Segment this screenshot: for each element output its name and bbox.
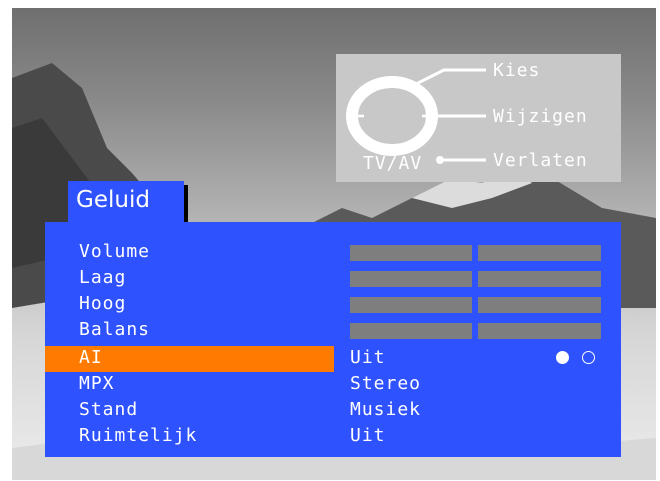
help-select-label: Kies xyxy=(493,60,541,81)
menu-title-tab: Geluid xyxy=(68,181,184,225)
menu-item-spatial[interactable]: Ruimtelijk Uit xyxy=(45,424,621,450)
help-exit-label: Verlaten xyxy=(493,150,588,171)
menu-item-value: Uit xyxy=(350,425,386,446)
treble-bar-right[interactable] xyxy=(478,297,601,313)
tvav-label: TV/AV xyxy=(363,153,423,174)
sound-menu: Volume Laag Hoog Balans AI Uit MPX Stere… xyxy=(45,222,621,457)
menu-item-label: Laag xyxy=(79,267,127,288)
menu-item-bass[interactable]: Laag xyxy=(45,266,621,292)
menu-item-treble[interactable]: Hoog xyxy=(45,292,621,318)
menu-item-label: Balans xyxy=(79,319,151,340)
menu-item-label: Volume xyxy=(79,241,151,262)
balance-bar-right[interactable] xyxy=(478,323,601,339)
menu-item-volume[interactable]: Volume xyxy=(45,240,621,266)
menu-item-value: Musiek xyxy=(350,399,422,420)
bass-bar-right[interactable] xyxy=(478,271,601,287)
menu-item-ai[interactable]: AI Uit xyxy=(45,346,621,372)
page-title: Geluid xyxy=(76,187,150,213)
volume-bar-right[interactable] xyxy=(478,245,601,261)
balance-bar-left[interactable] xyxy=(350,323,472,339)
treble-bar-left[interactable] xyxy=(350,297,472,313)
menu-item-balance[interactable]: Balans xyxy=(45,318,621,344)
menu-item-label: MPX xyxy=(79,373,115,394)
menu-item-mode[interactable]: Stand Musiek xyxy=(45,398,621,424)
menu-item-value: Stereo xyxy=(350,373,422,394)
remote-help-box: Kies Wijzigen Verlaten TV/AV xyxy=(336,54,621,182)
menu-item-label: AI xyxy=(79,347,103,368)
menu-item-value: Uit xyxy=(350,347,386,368)
menu-item-label: Hoog xyxy=(79,293,127,314)
help-change-label: Wijzigen xyxy=(493,106,588,127)
bass-bar-left[interactable] xyxy=(350,271,472,287)
menu-item-label: Ruimtelijk xyxy=(79,425,198,446)
volume-bar-left[interactable] xyxy=(350,245,472,261)
menu-item-label: Stand xyxy=(79,399,139,420)
radio-on-icon[interactable] xyxy=(556,351,569,364)
menu-item-mpx[interactable]: MPX Stereo xyxy=(45,372,621,398)
radio-off-icon[interactable] xyxy=(582,351,595,364)
